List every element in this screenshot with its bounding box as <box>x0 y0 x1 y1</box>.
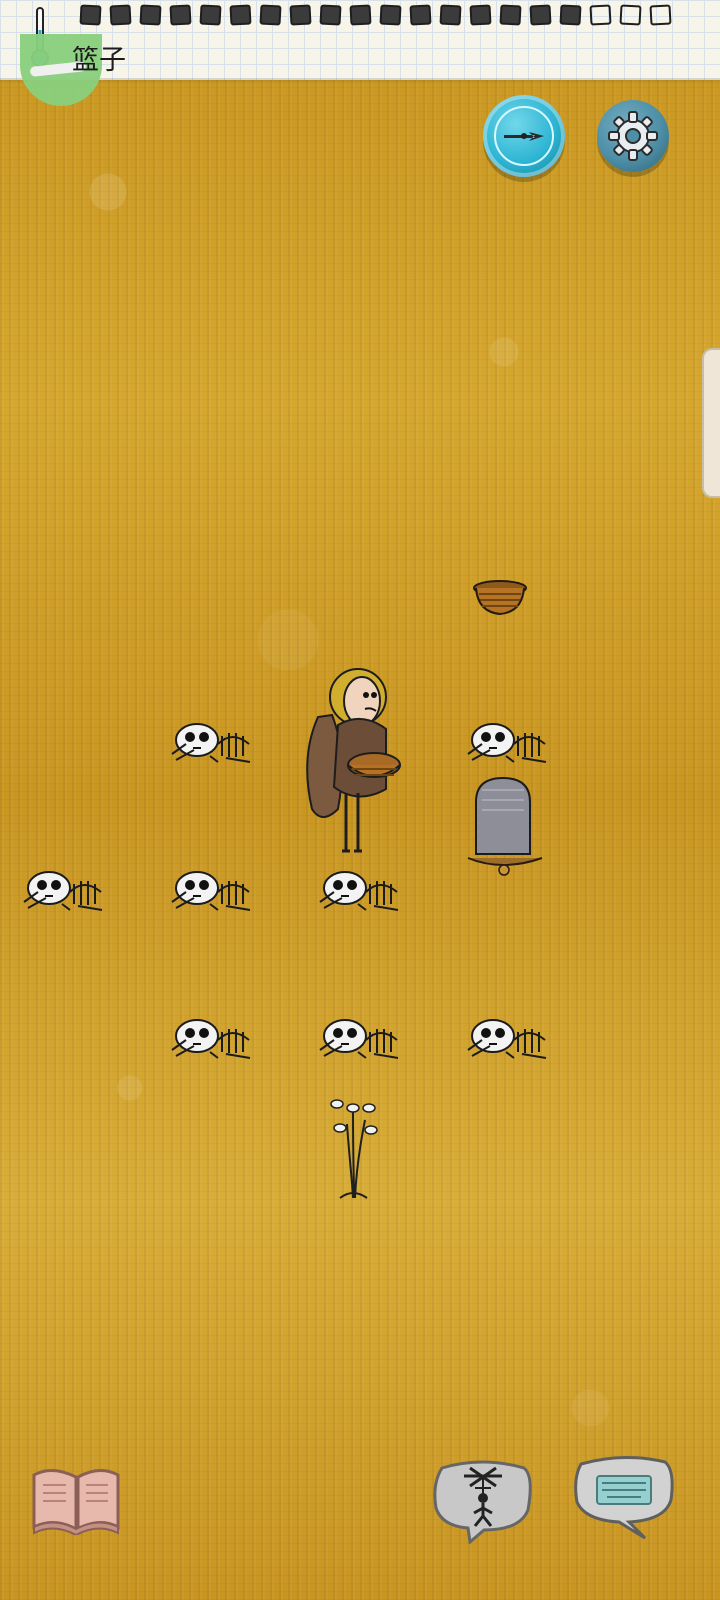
skeleton-object[interactable] <box>18 862 110 914</box>
food-pip-empty <box>649 4 672 26</box>
skeleton-object[interactable] <box>314 862 406 914</box>
side-panel-tab[interactable] <box>702 348 720 498</box>
keyboard-chat-button[interactable] <box>571 1452 677 1540</box>
food-pip-filled <box>499 4 522 26</box>
compass-arrow-icon <box>494 106 554 166</box>
food-pip-filled <box>229 4 252 26</box>
gravestone-object[interactable] <box>458 772 550 880</box>
food-pip-filled <box>469 4 492 26</box>
emote-button[interactable] <box>430 1458 536 1545</box>
food-pip-filled <box>109 4 132 26</box>
skeleton-object[interactable] <box>166 1010 258 1062</box>
food-pip-filled <box>319 4 342 26</box>
food-pip-filled <box>169 4 192 26</box>
food-pip-filled <box>259 4 282 26</box>
food-pip-empty <box>619 4 642 26</box>
skeleton-object[interactable] <box>166 862 258 914</box>
book-icon <box>32 1469 120 1537</box>
food-pip-filled <box>79 4 102 26</box>
skeleton-object[interactable] <box>166 714 258 766</box>
compass-button[interactable] <box>483 95 565 177</box>
food-pip-empty <box>589 4 612 26</box>
skeleton-object[interactable] <box>462 714 554 766</box>
food-pip-filled <box>289 4 312 26</box>
food-meter <box>79 4 672 26</box>
keyboard-chat-icon <box>574 1456 674 1540</box>
skeleton-object[interactable] <box>314 1010 406 1062</box>
gear-icon <box>608 111 658 161</box>
food-pip-filled <box>439 4 462 26</box>
food-pip-filled <box>529 4 552 26</box>
player-character[interactable] <box>300 665 410 863</box>
food-pip-filled <box>379 4 402 26</box>
basket-object[interactable] <box>470 576 530 618</box>
skeleton-object[interactable] <box>462 1010 554 1062</box>
white-flower-plant[interactable] <box>325 1094 383 1204</box>
held-item-label: 篮子 <box>72 45 126 76</box>
settings-button[interactable] <box>597 100 669 172</box>
recipe-book-button[interactable] <box>28 1463 126 1537</box>
food-pip-filled <box>409 4 432 26</box>
top-status-bar: 篮子 <box>0 0 720 106</box>
puppet-emote-icon <box>433 1460 532 1545</box>
food-pip-filled <box>199 4 222 26</box>
food-pip-filled <box>559 4 582 26</box>
food-pip-filled <box>139 4 162 26</box>
food-pip-filled <box>349 4 372 26</box>
